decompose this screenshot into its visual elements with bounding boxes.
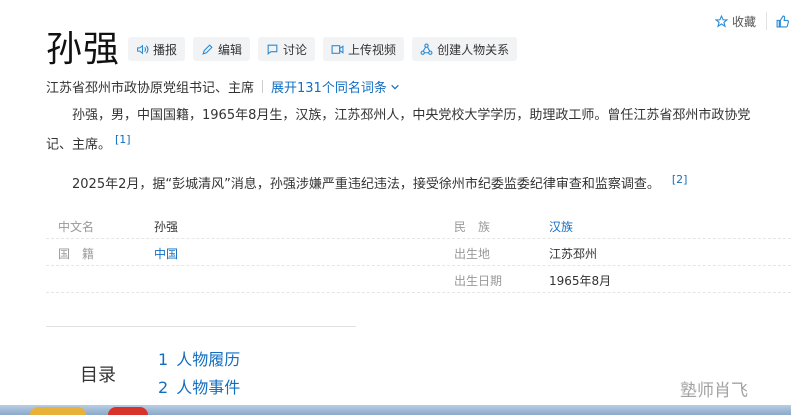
toc-item-label: 人物履历 [176, 350, 241, 369]
info-key: 中文名 [58, 220, 95, 234]
basic-info-table: 中文名 孙强 民 族 汉族 国 籍 中国 出生地 江苏邳州 出生日期 1965年… [46, 212, 791, 293]
favorite-label: 收藏 [731, 14, 756, 29]
speaker-icon [137, 44, 149, 54]
upload-video-button[interactable]: 上传视频 [323, 37, 405, 61]
relation-icon [420, 43, 433, 55]
video-icon [331, 44, 344, 54]
subtitle-text: 江苏省邳州市政协原党组书记、主席 [46, 81, 255, 96]
toc-item[interactable]: 2 人物事件 [158, 374, 240, 398]
entry-toolbar: 播报 编辑 讨论 上传视频 创建人物关系 [128, 37, 518, 61]
broadcast-button[interactable]: 播报 [128, 37, 186, 61]
info-key: 民 族 [454, 220, 491, 234]
toc-item-number: 2 [158, 378, 169, 397]
chevron-down-icon [391, 84, 399, 90]
expand-label: 展开131个同名词条 [271, 81, 387, 96]
info-row: 出生日期 1965年8月 [46, 266, 791, 293]
table-of-contents: 目录 1 人物履历 2 人物事件 [46, 326, 356, 416]
star-icon [714, 14, 728, 28]
info-row: 中文名 孙强 民 族 汉族 [46, 212, 791, 239]
broadcast-label: 播报 [153, 42, 178, 57]
discuss-label: 讨论 [283, 42, 308, 57]
edit-button[interactable]: 编辑 [193, 37, 251, 61]
create-relation-label: 创建人物关系 [437, 42, 510, 57]
summary-text-1: 孙强，男，中国国籍，1965年8月生，汉族，江苏邳州人，中央党校大学学历，助理政… [72, 108, 751, 123]
summary-text-2: 2025年2月，据“彭城清风”消息，孙强涉嫌严重违纪违法，接受徐州市纪委监委纪律… [72, 177, 660, 193]
taskbar-app-button[interactable] [108, 407, 148, 415]
favorite-button[interactable]: 收藏 [714, 13, 756, 30]
info-key: 出生日期 [454, 274, 503, 288]
divider [262, 80, 264, 93]
upload-video-label: 上传视频 [348, 42, 397, 57]
info-value-link[interactable]: 汉族 [549, 218, 573, 235]
reference-link-1[interactable]: [1] [115, 133, 131, 146]
info-value: 1965年8月 [549, 274, 612, 288]
toc-item-number: 1 [158, 350, 169, 369]
summary-paragraph-2: 2025年2月，据“彭城清风”消息，孙强涉嫌严重违纪违法，接受徐州市纪委监委纪律… [46, 168, 791, 197]
info-key: 国 籍 [58, 247, 95, 261]
summary-text-1b: 记、主席。 [46, 137, 112, 153]
thumbs-up-icon [776, 15, 789, 27]
reference-link-2[interactable]: [2] [672, 173, 688, 186]
chat-icon [267, 44, 278, 55]
watermark: 塾师肖飞 [680, 381, 748, 401]
edit-label: 编辑 [218, 42, 243, 57]
toc-item[interactable]: 1 人物履历 [158, 346, 240, 370]
page-title: 孙强 [46, 29, 121, 70]
info-value: 孙强 [154, 220, 179, 234]
info-row: 国 籍 中国 出生地 江苏邳州 [46, 239, 791, 266]
expand-same-name-link[interactable]: 展开131个同名词条 [271, 77, 400, 96]
top-actions: 收藏 [714, 10, 791, 32]
create-relation-button[interactable]: 创建人物关系 [412, 37, 518, 61]
toc-item-label: 人物事件 [176, 378, 241, 397]
summary-paragraph-1: 孙强，男，中国国籍，1965年8月生，汉族，江苏邳州人，中央党校大学学历，助理政… [46, 104, 791, 128]
entry-subtitle: 江苏省邳州市政协原党组书记、主席 展开131个同名词条 [46, 77, 400, 96]
pencil-icon [202, 43, 213, 55]
info-value: 江苏邳州 [549, 247, 598, 261]
start-button[interactable] [30, 407, 86, 415]
like-button[interactable] [766, 12, 791, 30]
summary-paragraph-1-cont: 记、主席。 [1] [46, 128, 131, 157]
info-key: 出生地 [454, 247, 491, 261]
discuss-button[interactable]: 讨论 [258, 37, 316, 61]
info-value-link[interactable]: 中国 [154, 245, 178, 262]
toc-title: 目录 [80, 365, 116, 386]
